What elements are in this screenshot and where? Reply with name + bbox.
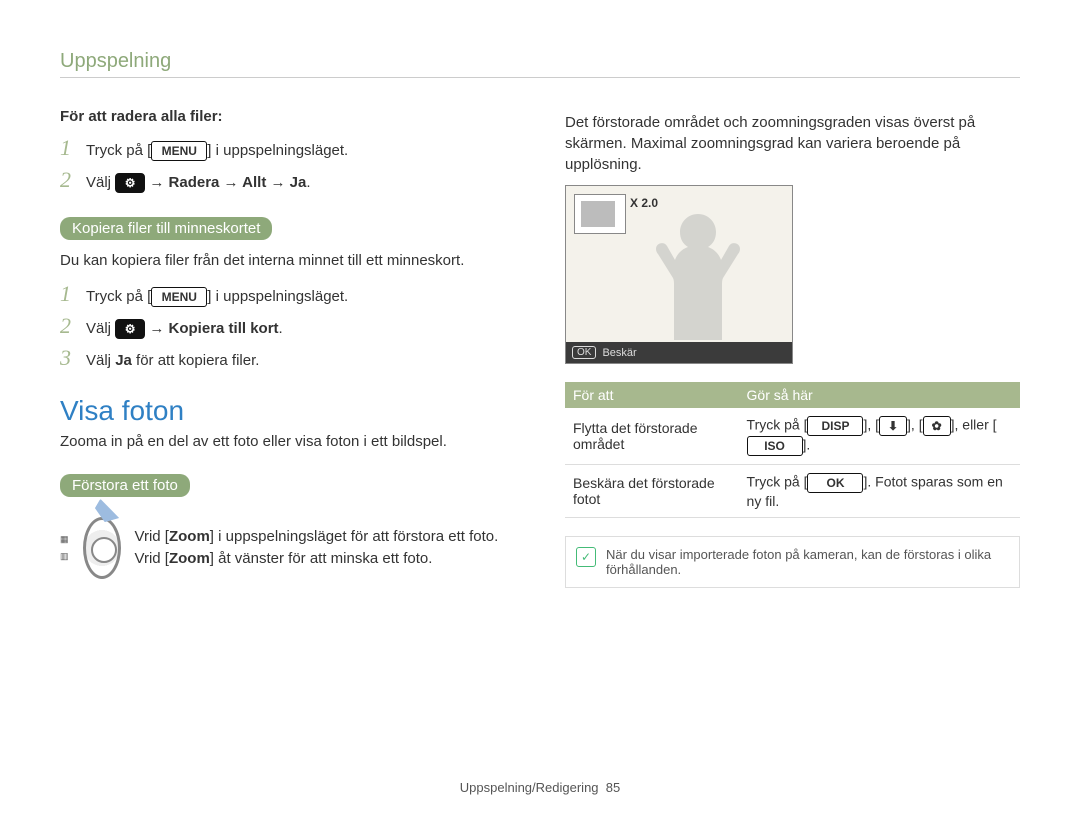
copy-steps: 1 Tryck på [MENU] i uppspelningsläget. 2… bbox=[60, 281, 515, 371]
actions-table: För att Gör så här Flytta det förstorade… bbox=[565, 382, 1020, 518]
step-number: 2 bbox=[60, 313, 86, 339]
copy-to-card-pill: Kopiera filer till minneskortet bbox=[60, 217, 272, 240]
step-text: Välj Ja för att kopiera filer. bbox=[86, 352, 259, 369]
table-row: Beskära det förstorade fotot Tryck på [O… bbox=[565, 465, 1020, 518]
step: 2 Välj ⚙ → Radera → Allt → Ja. bbox=[60, 167, 515, 193]
copy-to-card-desc: Du kan kopiera filer från det interna mi… bbox=[60, 250, 515, 271]
step-number: 2 bbox=[60, 167, 86, 193]
action-instruction: Tryck på [DISP], [⬇], [✿], eller [ISO]. bbox=[739, 408, 1020, 465]
zoom-dial-row: ▦ ▥ Vrid [Zoom] i uppspelningsläget för … bbox=[60, 517, 515, 579]
table-header: För att bbox=[565, 382, 739, 408]
step-number: 1 bbox=[60, 135, 86, 161]
step: 2 Välj ⚙ → Kopiera till kort. bbox=[60, 313, 515, 339]
page-footer: Uppspelning/Redigering 85 bbox=[0, 780, 1080, 795]
page-title: Uppspelning bbox=[60, 50, 171, 72]
dial-side-icons: ▦ ▥ bbox=[60, 534, 69, 562]
settings-icon: ⚙ bbox=[115, 173, 145, 193]
ok-button-icon: OK bbox=[807, 473, 863, 493]
screen-footer: OK Beskär bbox=[566, 342, 792, 363]
step: 3 Välj Ja för att kopiera filer. bbox=[60, 345, 515, 371]
menu-icon: MENU bbox=[151, 287, 207, 307]
down-button-icon: ⬇ bbox=[879, 416, 907, 436]
visa-foton-desc: Zooma in på en del av ett foto eller vis… bbox=[60, 431, 515, 452]
screen-main: X 2.0 bbox=[566, 186, 792, 342]
disp-button-icon: DISP bbox=[807, 416, 863, 436]
note-icon: ✓ bbox=[576, 547, 596, 567]
camera-screen-illustration: X 2.0 OK Beskär bbox=[565, 185, 793, 364]
step: 1 Tryck på [MENU] i uppspelningsläget. bbox=[60, 281, 515, 307]
note-box: ✓ När du visar importerade foton på kame… bbox=[565, 536, 1020, 588]
step: 1 Tryck på [MENU] i uppspelningsläget. bbox=[60, 135, 515, 161]
child-silhouette-icon bbox=[638, 208, 758, 340]
right-intro: Det förstorade området och zoomningsgrad… bbox=[565, 112, 1020, 175]
right-column: Det förstorade området och zoomningsgrad… bbox=[565, 108, 1020, 588]
page-number: 85 bbox=[606, 780, 620, 795]
table-header: Gör så här bbox=[739, 382, 1020, 408]
page-header: Uppspelning bbox=[60, 50, 1020, 78]
iso-button-icon: ISO bbox=[747, 436, 803, 456]
step-text: Tryck på [MENU] i uppspelningsläget. bbox=[86, 287, 348, 307]
grid-toggle-icon: ▥ bbox=[60, 551, 69, 562]
ok-icon: OK bbox=[572, 346, 596, 359]
delete-all-heading: För att radera alla filer: bbox=[60, 108, 515, 125]
zoom-dial-icon bbox=[83, 517, 121, 579]
step-text: Tryck på [MENU] i uppspelningsläget. bbox=[86, 141, 348, 161]
enlarge-pill: Förstora ett foto bbox=[60, 474, 190, 497]
step-number: 3 bbox=[60, 345, 86, 371]
left-column: För att radera alla filer: 1 Tryck på [M… bbox=[60, 108, 515, 588]
screen-overview-thumb bbox=[574, 194, 626, 234]
note-text: När du visar importerade foton på kamera… bbox=[606, 547, 1009, 577]
macro-button-icon: ✿ bbox=[923, 416, 951, 436]
step-text: Välj ⚙ → Kopiera till kort. bbox=[86, 319, 283, 339]
table-header-row: För att Gör så här bbox=[565, 382, 1020, 408]
crop-label: Beskär bbox=[602, 347, 636, 359]
two-column-layout: För att radera alla filer: 1 Tryck på [M… bbox=[60, 108, 1020, 588]
page: Uppspelning För att radera alla filer: 1… bbox=[0, 0, 1080, 815]
footer-section: Uppspelning/Redigering bbox=[460, 780, 599, 795]
menu-icon: MENU bbox=[151, 141, 207, 161]
action-name: Flytta det förstorade området bbox=[565, 408, 739, 465]
thumbnail-grid-icon: ▦ bbox=[60, 534, 69, 545]
step-text: Välj ⚙ → Radera → Allt → Ja. bbox=[86, 173, 311, 193]
action-name: Beskära det förstorade fotot bbox=[565, 465, 739, 518]
screen-overview-viewport bbox=[581, 201, 615, 227]
action-instruction: Tryck på [OK]. Fotot sparas som en ny fi… bbox=[739, 465, 1020, 518]
step-number: 1 bbox=[60, 281, 86, 307]
visa-foton-heading: Visa foton bbox=[60, 395, 515, 427]
zoom-instruction: Vrid [Zoom] i uppspelningsläget för att … bbox=[135, 526, 515, 571]
delete-steps: 1 Tryck på [MENU] i uppspelningsläget. 2… bbox=[60, 135, 515, 193]
settings-icon: ⚙ bbox=[115, 319, 145, 339]
table-row: Flytta det förstorade området Tryck på [… bbox=[565, 408, 1020, 465]
